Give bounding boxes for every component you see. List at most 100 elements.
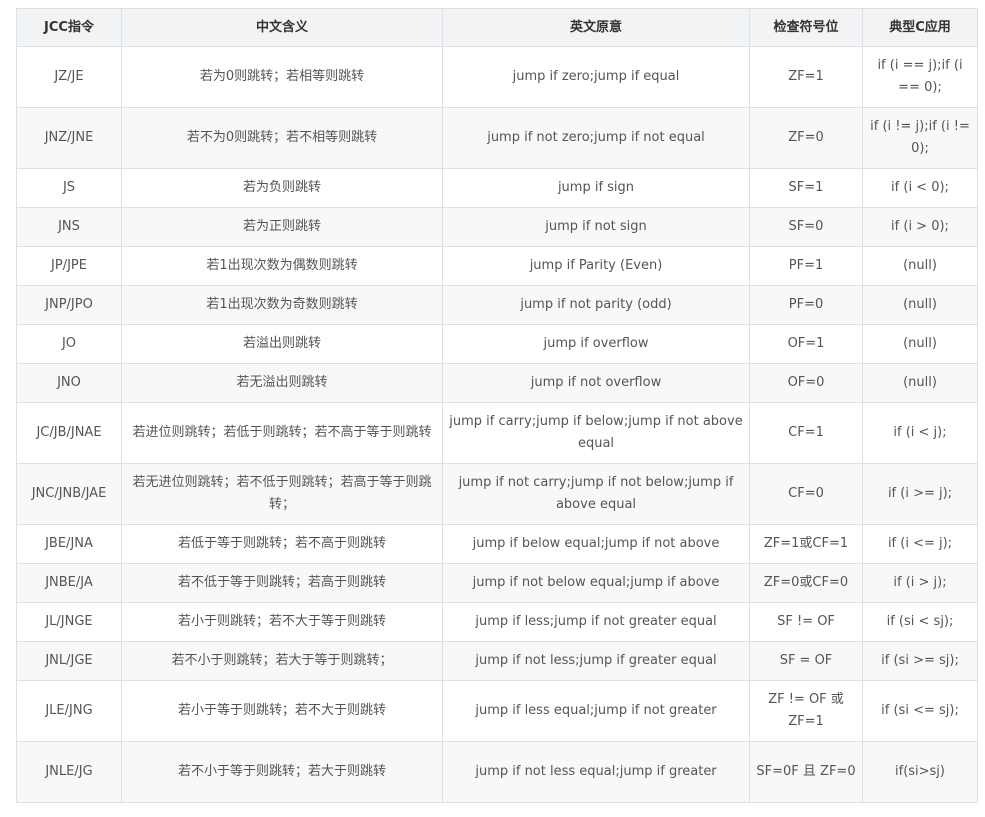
- header-english-meaning: 英文原意: [442, 8, 750, 47]
- table-row: JO 若溢出则跳转 jump if overflow OF=1 (null): [16, 324, 978, 364]
- cell-english: jump if not less;jump if greater equal: [442, 641, 750, 681]
- cell-chinese: 若进位则跳转；若低于则跳转；若不高于等于则跳转: [121, 402, 443, 464]
- cell-chinese: 若不小于等于则跳转；若大于则跳转: [121, 741, 443, 803]
- cell-chinese: 若小于等于则跳转；若不大于则跳转: [121, 680, 443, 742]
- table-row: JNC/JNB/JAE 若无进位则跳转；若不低于则跳转；若高于等于则跳转； ju…: [16, 463, 978, 525]
- cell-english: jump if less;jump if not greater equal: [442, 602, 750, 642]
- cell-english: jump if carry;jump if below;jump if not …: [442, 402, 750, 464]
- cell-flags: OF=1: [749, 324, 863, 364]
- cell-c-usage: if (i < 0);: [862, 168, 978, 208]
- cell-english: jump if less equal;jump if not greater: [442, 680, 750, 742]
- cell-c-usage: if (i <= j);: [862, 524, 978, 564]
- cell-english: jump if overflow: [442, 324, 750, 364]
- cell-instruction: JP/JPE: [16, 246, 122, 286]
- cell-c-usage: if (i > 0);: [862, 207, 978, 247]
- cell-c-usage: if (i >= j);: [862, 463, 978, 525]
- table-row: JS 若为负则跳转 jump if sign SF=1 if (i < 0);: [16, 168, 978, 208]
- cell-c-usage: if (i != j);if (i != 0);: [862, 107, 978, 169]
- cell-flags: ZF != OF 或 ZF=1: [749, 680, 863, 742]
- cell-instruction: JNBE/JA: [16, 563, 122, 603]
- cell-c-usage: if (i == j);if (i == 0);: [862, 46, 978, 108]
- cell-chinese: 若不小于则跳转；若大于等于则跳转；: [121, 641, 443, 681]
- table-row: JNL/JGE 若不小于则跳转；若大于等于则跳转； jump if not le…: [16, 641, 978, 681]
- header-flag-check: 检查符号位: [749, 8, 863, 47]
- cell-english: jump if not sign: [442, 207, 750, 247]
- cell-english: jump if not below equal;jump if above: [442, 563, 750, 603]
- header-chinese-meaning: 中文含义: [121, 8, 443, 47]
- cell-chinese: 若为0则跳转；若相等则跳转: [121, 46, 443, 108]
- cell-english: jump if not overflow: [442, 363, 750, 403]
- cell-chinese: 若不低于等于则跳转；若高于则跳转: [121, 563, 443, 603]
- table-row: JNP/JPO 若1出现次数为奇数则跳转 jump if not parity …: [16, 285, 978, 325]
- cell-chinese: 若无进位则跳转；若不低于则跳转；若高于等于则跳转；: [121, 463, 443, 525]
- cell-c-usage: (null): [862, 246, 978, 286]
- cell-c-usage: (null): [862, 285, 978, 325]
- cell-flags: PF=1: [749, 246, 863, 286]
- cell-chinese: 若低于等于则跳转；若不高于则跳转: [121, 524, 443, 564]
- table-row: JBE/JNA 若低于等于则跳转；若不高于则跳转 jump if below e…: [16, 524, 978, 564]
- cell-instruction: JNC/JNB/JAE: [16, 463, 122, 525]
- table-row: JNO 若无溢出则跳转 jump if not overflow OF=0 (n…: [16, 363, 978, 403]
- header-jcc-instruction: JCC指令: [16, 8, 122, 47]
- cell-english: jump if zero;jump if equal: [442, 46, 750, 108]
- cell-instruction: JLE/JNG: [16, 680, 122, 742]
- cell-english: jump if below equal;jump if not above: [442, 524, 750, 564]
- cell-chinese: 若无溢出则跳转: [121, 363, 443, 403]
- cell-english: jump if not parity (odd): [442, 285, 750, 325]
- cell-english: jump if sign: [442, 168, 750, 208]
- cell-c-usage: if(si>sj): [862, 741, 978, 803]
- table-row: JC/JB/JNAE 若进位则跳转；若低于则跳转；若不高于等于则跳转 jump …: [16, 402, 978, 464]
- cell-instruction: JNL/JGE: [16, 641, 122, 681]
- table-row: JZ/JE 若为0则跳转；若相等则跳转 jump if zero;jump if…: [16, 46, 978, 108]
- cell-flags: ZF=1: [749, 46, 863, 108]
- cell-flags: ZF=0: [749, 107, 863, 169]
- cell-flags: ZF=1或CF=1: [749, 524, 863, 564]
- cell-flags: CF=1: [749, 402, 863, 464]
- cell-chinese: 若为负则跳转: [121, 168, 443, 208]
- cell-flags: SF=1: [749, 168, 863, 208]
- cell-chinese: 若1出现次数为奇数则跳转: [121, 285, 443, 325]
- cell-english: jump if not zero;jump if not equal: [442, 107, 750, 169]
- cell-flags: CF=0: [749, 463, 863, 525]
- cell-instruction: JC/JB/JNAE: [16, 402, 122, 464]
- cell-c-usage: (null): [862, 363, 978, 403]
- cell-instruction: JZ/JE: [16, 46, 122, 108]
- cell-chinese: 若小于则跳转；若不大于等于则跳转: [121, 602, 443, 642]
- cell-english: jump if Parity (Even): [442, 246, 750, 286]
- table-row: JP/JPE 若1出现次数为偶数则跳转 jump if Parity (Even…: [16, 246, 978, 286]
- cell-instruction: JNP/JPO: [16, 285, 122, 325]
- table-header-row: JCC指令 中文含义 英文原意 检查符号位 典型C应用: [16, 8, 978, 47]
- table-row: JNZ/JNE 若不为0则跳转；若不相等则跳转 jump if not zero…: [16, 107, 978, 169]
- cell-instruction: JO: [16, 324, 122, 364]
- table-row: JNLE/JG 若不小于等于则跳转；若大于则跳转 jump if not les…: [16, 741, 978, 803]
- cell-c-usage: (null): [862, 324, 978, 364]
- table-row: JL/JNGE 若小于则跳转；若不大于等于则跳转 jump if less;ju…: [16, 602, 978, 642]
- cell-chinese: 若溢出则跳转: [121, 324, 443, 364]
- cell-instruction: JNZ/JNE: [16, 107, 122, 169]
- cell-english: jump if not carry;jump if not below;jump…: [442, 463, 750, 525]
- table-row: JLE/JNG 若小于等于则跳转；若不大于则跳转 jump if less eq…: [16, 680, 978, 742]
- cell-flags: SF=0: [749, 207, 863, 247]
- cell-instruction: JNS: [16, 207, 122, 247]
- jcc-table-container: JCC指令 中文含义 英文原意 检查符号位 典型C应用 JZ/JE 若为0则跳转…: [16, 8, 978, 803]
- cell-flags: PF=0: [749, 285, 863, 325]
- cell-flags: SF != OF: [749, 602, 863, 642]
- cell-instruction: JNLE/JG: [16, 741, 122, 803]
- cell-c-usage: if (si < sj);: [862, 602, 978, 642]
- cell-instruction: JBE/JNA: [16, 524, 122, 564]
- cell-c-usage: if (si >= sj);: [862, 641, 978, 681]
- cell-instruction: JS: [16, 168, 122, 208]
- header-c-usage: 典型C应用: [862, 8, 978, 47]
- cell-instruction: JL/JNGE: [16, 602, 122, 642]
- cell-flags: SF = OF: [749, 641, 863, 681]
- cell-chinese: 若1出现次数为偶数则跳转: [121, 246, 443, 286]
- cell-instruction: JNO: [16, 363, 122, 403]
- cell-flags: SF=0F 且 ZF=0: [749, 741, 863, 803]
- cell-c-usage: if (i > j);: [862, 563, 978, 603]
- table-row: JNBE/JA 若不低于等于则跳转；若高于则跳转 jump if not bel…: [16, 563, 978, 603]
- cell-c-usage: if (i < j);: [862, 402, 978, 464]
- cell-flags: OF=0: [749, 363, 863, 403]
- table-row: JNS 若为正则跳转 jump if not sign SF=0 if (i >…: [16, 207, 978, 247]
- jcc-instruction-table: JCC指令 中文含义 英文原意 检查符号位 典型C应用 JZ/JE 若为0则跳转…: [16, 8, 978, 803]
- cell-english: jump if not less equal;jump if greater: [442, 741, 750, 803]
